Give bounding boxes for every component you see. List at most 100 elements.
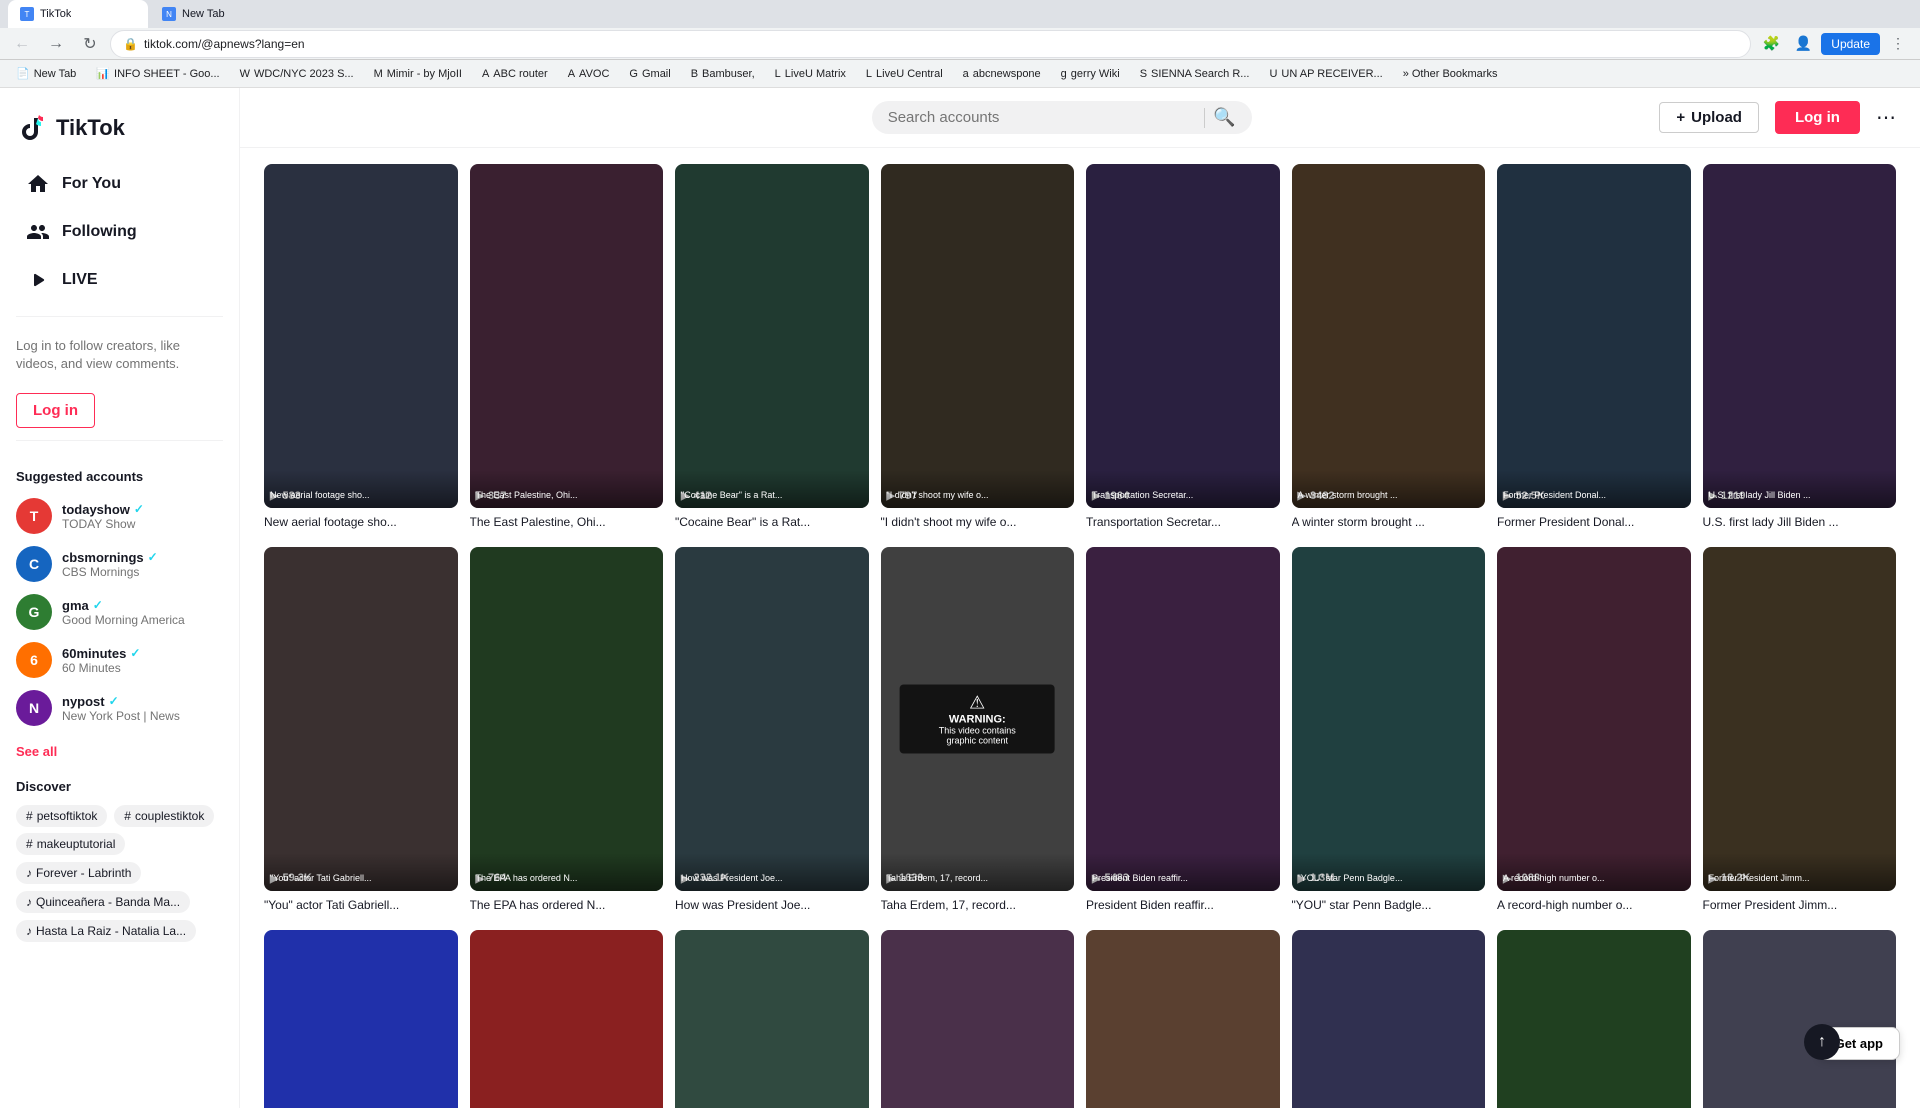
bookmark-sienna[interactable]: S SIENNA Search R...	[1132, 66, 1258, 82]
verified-badge: ✓	[109, 694, 119, 708]
suggested-account-60minutes[interactable]: 6 60minutes ✓ 60 Minutes	[16, 636, 223, 684]
video-thumbnail: ▶ 175.7K "No vice president in A...	[1703, 930, 1897, 1108]
video-title: A winter storm brought ...	[1292, 514, 1486, 531]
sidebar-login-button[interactable]: Log in	[16, 393, 95, 428]
url-text: tiktok.com/@apnews?lang=en	[144, 37, 1738, 51]
video-thumbnail: ▶ 583 New aerial footage sho...	[264, 164, 458, 508]
discover-tag-makeup[interactable]: # makeuptutorial	[16, 833, 125, 855]
extensions-button[interactable]: 🧩	[1757, 30, 1785, 58]
bookmark-liveu-central[interactable]: L LiveU Central	[858, 66, 951, 82]
discover-tag-quinceanera[interactable]: ♪ Quinceañera - Banda Ma...	[16, 891, 190, 913]
discover-tag-hasta[interactable]: ♪ Hasta La Raiz - Natalia La...	[16, 920, 196, 942]
browser-tab[interactable]: N New Tab	[150, 0, 290, 28]
video-card[interactable]: ▶ 1088 A record-high number o... A recor…	[1497, 547, 1691, 914]
username-nypost: nypost ✓	[62, 694, 223, 709]
account-info: cbsmornings ✓ CBS Mornings	[62, 550, 223, 579]
bookmark-other[interactable]: » Other Bookmarks	[1395, 66, 1506, 82]
video-card[interactable]: ▶ 2124 President Biden made a... Preside…	[264, 930, 458, 1108]
video-title: The East Palestine, Ohi...	[470, 514, 664, 531]
sidebar-item-live[interactable]: LIVE	[8, 256, 231, 304]
more-options-icon[interactable]: ⋯	[1876, 105, 1896, 130]
video-thumbnail: ▶ 2124 President Biden made a...	[264, 930, 458, 1108]
search-divider	[1204, 108, 1205, 128]
account-info: 60minutes ✓ 60 Minutes	[62, 646, 223, 675]
sidebar: TikTok For You Following LIVE	[0, 88, 240, 1108]
video-card[interactable]: ▶ 337 The East Palestine, Ohi... The Eas…	[470, 164, 664, 531]
see-all-link[interactable]: See all	[0, 740, 239, 771]
discover-tag-couples[interactable]: # couplestiktok	[114, 805, 214, 827]
address-bar[interactable]: 🔒 tiktok.com/@apnews?lang=en	[110, 30, 1751, 58]
bookmark-abc[interactable]: A ABC router	[474, 66, 556, 82]
bookmark-favicon: M	[374, 68, 383, 80]
suggested-account-gma[interactable]: G gma ✓ Good Morning America	[16, 588, 223, 636]
video-card[interactable]: ▶ 797 "I didn't shoot my wife o... "I di…	[881, 164, 1075, 531]
bookmark-liveu-matrix[interactable]: L LiveU Matrix	[767, 66, 854, 82]
video-card[interactable]: ▶ 52.5K Former President Donal... Former…	[1497, 164, 1691, 531]
main-content: 🔍 + Upload Log in ⋯ ▶ 583 Ne	[240, 88, 1920, 1108]
video-card[interactable]: ▶ 412 "Cocaine Bear" is a Rat... "Cocain…	[675, 164, 869, 531]
discover-tag-pets[interactable]: # petsoftiktok	[16, 805, 107, 827]
suggested-account-cbsmornings[interactable]: C cbsmornings ✓ CBS Mornings	[16, 540, 223, 588]
video-card[interactable]: ▶ 59.3K "You" actor Tati Gabriell... "Yo…	[264, 547, 458, 914]
bookmark-mimir[interactable]: M Mimir - by MjoII	[366, 66, 470, 82]
video-card[interactable]: ▶ 1219 U.S. first lady Jill Biden ... U.…	[1703, 164, 1897, 531]
bookmark-info-sheet[interactable]: 📊 INFO SHEET - Goo...	[88, 65, 227, 82]
search-icon[interactable]: 🔍	[1213, 107, 1235, 128]
video-overlay-caption: A record-high number o...	[1503, 873, 1685, 885]
search-input[interactable]	[888, 109, 1197, 126]
verified-badge: ✓	[130, 646, 140, 660]
sidebar-item-following[interactable]: Following	[8, 208, 231, 256]
suggested-account-nypost[interactable]: N nypost ✓ New York Post | News	[16, 684, 223, 732]
back-button[interactable]: ←	[8, 30, 36, 58]
video-thumbnail: ▶ 59.3K "You" actor Tati Gabriell...	[264, 547, 458, 891]
search-bar[interactable]: 🔍	[872, 101, 1252, 134]
login-button[interactable]: Log in	[1775, 101, 1860, 134]
menu-button[interactable]: ⋮	[1884, 30, 1912, 58]
bookmark-avoc[interactable]: A AVOC	[560, 66, 618, 82]
bookmark-bambuser[interactable]: B Bambuser,	[683, 66, 763, 82]
video-card[interactable]: ▶ 40.1K BAFTA Leading Actor n... BAFTA L…	[675, 930, 869, 1108]
video-card[interactable]: ▶ 1.3M "YOU" star Penn Badgle... "YOU" s…	[1292, 547, 1486, 914]
sidebar-item-for-you[interactable]: For You	[8, 160, 231, 208]
video-card[interactable]: ▶ 232.1K How was President Joe... How wa…	[675, 547, 869, 914]
bookmark-abcnews[interactable]: a abcnewspone	[955, 66, 1049, 82]
video-card[interactable]: ▶ 5148 Bruce Willis has frontot... Bruce…	[1086, 930, 1280, 1108]
for-you-label: For You	[62, 175, 121, 193]
bookmark-un-ap[interactable]: U UN AP RECEIVER...	[1261, 66, 1390, 82]
avatar-gma: G	[16, 594, 52, 630]
bookmark-gmail[interactable]: G Gmail	[621, 66, 678, 82]
tab-favicon: N	[162, 7, 176, 21]
video-card[interactable]: ▶ 175.7K "No vice president in A... "No …	[1703, 930, 1897, 1108]
video-thumbnail: ▶ 232.1K How was President Joe...	[675, 547, 869, 891]
bookmark-favicon: A	[568, 68, 575, 80]
video-card[interactable]: ⚠WARNING:This video containsgraphic cont…	[881, 547, 1075, 914]
video-card[interactable]: ▶ 990 The Calakmul jungle, h... The Cala…	[1497, 930, 1691, 1108]
video-card[interactable]: ▶ 583 New aerial footage sho... New aeri…	[264, 164, 458, 531]
browser-tabs-bar: T TikTok N New Tab	[0, 0, 1920, 28]
bookmark-wdc[interactable]: W WDC/NYC 2023 S...	[232, 66, 362, 82]
scroll-top-button[interactable]: ↑	[1804, 1024, 1840, 1060]
video-overlay-caption: Taha Erdem, 17, record...	[887, 873, 1069, 885]
forward-button[interactable]: →	[42, 30, 70, 58]
music-icon: ♪	[26, 895, 32, 909]
video-card[interactable]: ▶ 2789 "Everything Everywhere... "Everyt…	[881, 930, 1075, 1108]
logo-container[interactable]: TikTok	[0, 104, 239, 160]
video-card[interactable]: ▶ 5483 President Biden reaffir... Presid…	[1086, 547, 1280, 914]
profile-button[interactable]: 👤	[1789, 30, 1817, 58]
active-tab[interactable]: T TikTok	[8, 0, 148, 28]
video-card[interactable]: ▶ 764 The EPA has ordered N... The EPA h…	[470, 547, 664, 914]
bookmark-new-tab[interactable]: 📄 New Tab	[8, 65, 84, 82]
bookmark-gerry[interactable]: g gerry Wiki	[1053, 66, 1128, 82]
reload-button[interactable]: ↻	[76, 30, 104, 58]
video-card[interactable]: ▶ 1419 Feathers, metallics, tailo... Fea…	[470, 930, 664, 1108]
update-button[interactable]: Update	[1821, 33, 1880, 55]
video-card[interactable]: ▶ 1964 Transportation Secretar... Transp…	[1086, 164, 1280, 531]
video-card[interactable]: ▶ 3482 A winter storm brought ... A wint…	[1292, 164, 1486, 531]
video-thumbnail: ▶ 1419 Feathers, metallics, tailo...	[470, 930, 664, 1108]
upload-button[interactable]: + Upload	[1659, 102, 1759, 133]
discover-tag-forever[interactable]: ♪ Forever - Labrinth	[16, 862, 141, 884]
video-card[interactable]: ▶ 1147 De-influencing is a new ... De-in…	[1292, 930, 1486, 1108]
username-cbsmornings: cbsmornings ✓	[62, 550, 223, 565]
video-card[interactable]: ▶ 18.2K Former President Jimm... Former …	[1703, 547, 1897, 914]
suggested-account-todayshow[interactable]: T todayshow ✓ TODAY Show	[16, 492, 223, 540]
